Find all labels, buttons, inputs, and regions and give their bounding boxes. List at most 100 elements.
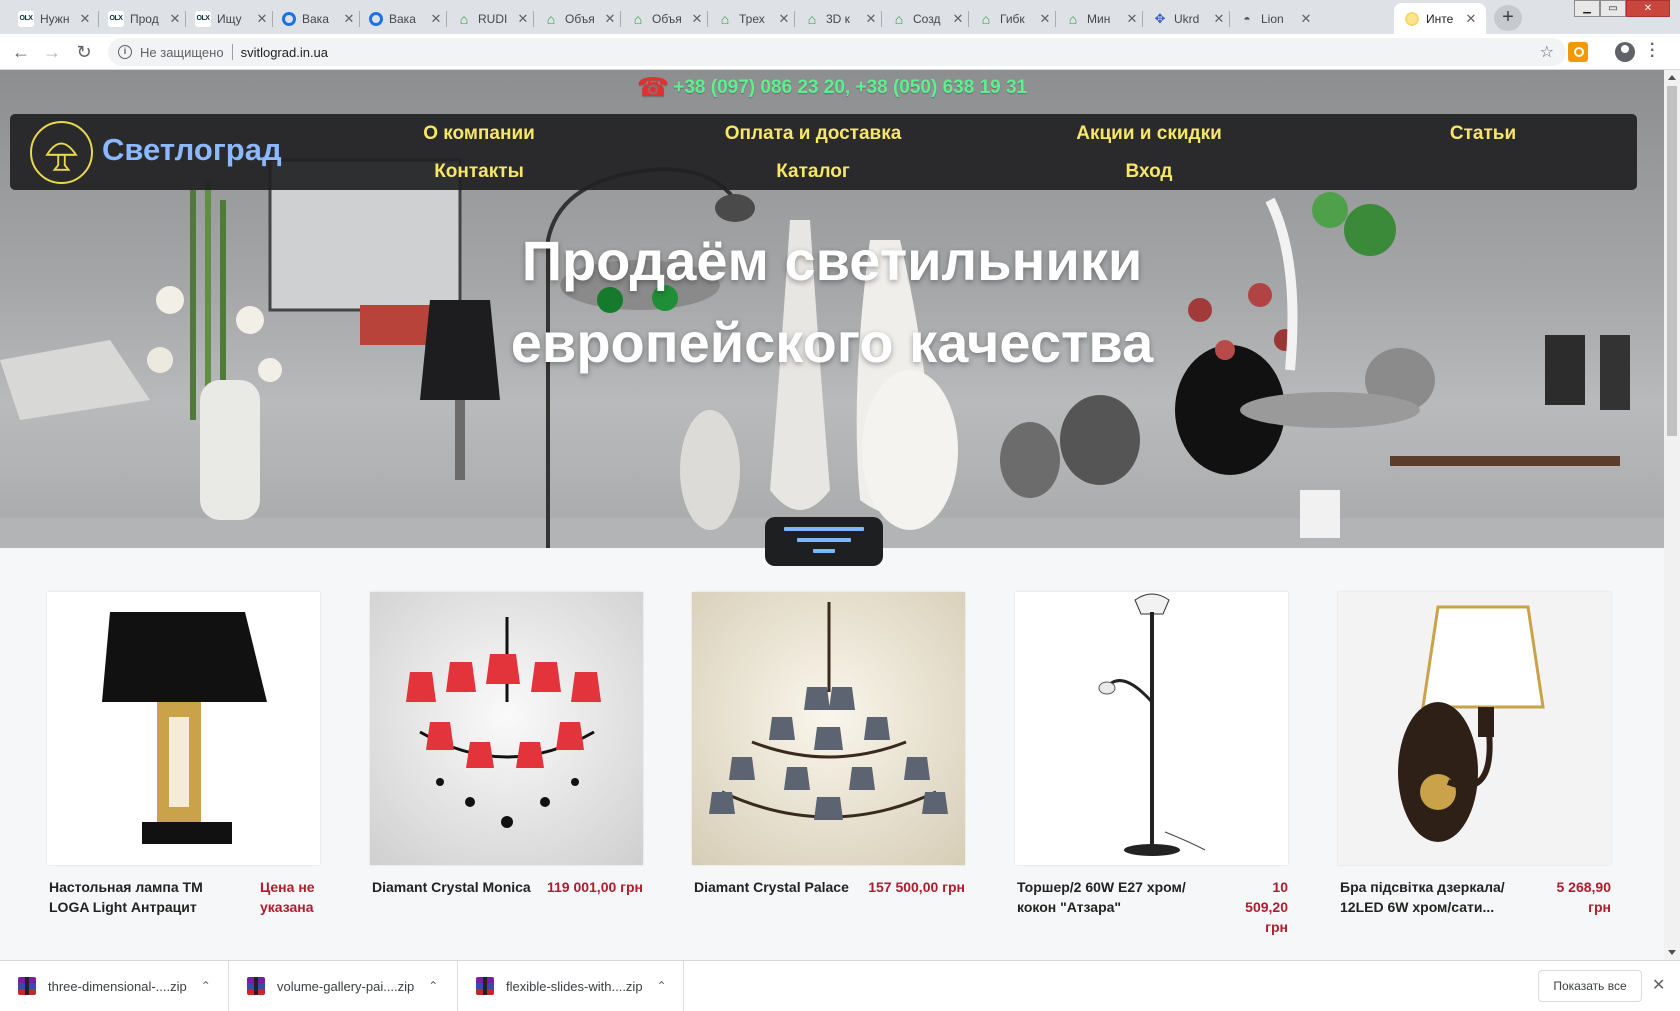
download-filename[interactable]: volume-gallery-pai....zip bbox=[277, 979, 414, 994]
nav-link-promotions[interactable]: Акции и скидки bbox=[1076, 123, 1222, 145]
close-icon[interactable]: ✕ bbox=[864, 11, 878, 27]
nav-link-contacts[interactable]: Контакты bbox=[434, 161, 524, 183]
lamp-logo-icon[interactable] bbox=[30, 121, 93, 184]
close-icon[interactable]: ✕ bbox=[78, 11, 92, 27]
info-icon[interactable]: i bbox=[118, 45, 132, 59]
browser-tab[interactable]: OLX Прод ✕ bbox=[98, 3, 190, 34]
browser-tab[interactable]: ⌂ Объя ✕ bbox=[620, 3, 712, 34]
browser-tab[interactable]: ⌂ Гибк ✕ bbox=[968, 3, 1060, 34]
hero-headline-line: европейского качества bbox=[510, 311, 1154, 374]
close-icon[interactable]: ✕ bbox=[777, 11, 791, 27]
profile-avatar-icon[interactable] bbox=[1615, 42, 1635, 62]
browser-tab[interactable]: ◓ Lion ✕ bbox=[1229, 3, 1321, 34]
close-icon[interactable]: ✕ bbox=[342, 11, 356, 27]
window-close-button[interactable]: ✕ bbox=[1626, 0, 1670, 17]
tab-title: Вака bbox=[302, 11, 329, 26]
chevron-up-icon[interactable]: ⌃ bbox=[657, 979, 667, 993]
scrollbar-thumb[interactable] bbox=[1667, 86, 1677, 436]
url-text[interactable]: svitlograd.in.ua bbox=[241, 45, 328, 60]
minimize-button[interactable]: ▁ bbox=[1574, 0, 1600, 17]
product-info: Торшер/2 60W E27 хром/кокон "Атзара" 10 … bbox=[1015, 877, 1288, 937]
browser-tab[interactable]: Вака ✕ bbox=[272, 3, 364, 34]
download-item[interactable]: flexible-slides-with....zip ⌃ bbox=[458, 961, 684, 1011]
close-icon[interactable]: ✕ bbox=[690, 11, 704, 27]
house-favicon-icon: ⌂ bbox=[459, 10, 469, 27]
download-item[interactable]: three-dimensional-....zip ⌃ bbox=[0, 961, 229, 1011]
download-filename[interactable]: flexible-slides-with....zip bbox=[506, 979, 643, 994]
product-card[interactable]: Diamant Crystal Monica 119 001,00 грн bbox=[370, 592, 643, 897]
browser-tab-strip: OLX Нужн ✕ OLX Прод ✕ OLX Ищу ✕ Вака ✕ В… bbox=[0, 0, 1680, 34]
close-icon[interactable]: ✕ bbox=[1299, 11, 1313, 27]
close-icon[interactable]: ✕ bbox=[1212, 11, 1226, 27]
show-all-downloads-button[interactable]: Показать все bbox=[1538, 970, 1642, 1002]
close-icon[interactable]: ✕ bbox=[168, 11, 182, 27]
product-name[interactable]: Бра підсвітка дзеркала/ 12LED 6W хром/са… bbox=[1338, 877, 1518, 917]
product-card[interactable]: Торшер/2 60W E27 хром/кокон "Атзара" 10 … bbox=[1015, 592, 1288, 937]
download-item[interactable]: volume-gallery-pai....zip ⌃ bbox=[229, 961, 458, 1011]
nav-link-login[interactable]: Вход bbox=[1126, 161, 1173, 183]
bookmark-star-icon[interactable]: ☆ bbox=[1540, 42, 1554, 62]
forward-arrow-icon[interactable]: → bbox=[40, 40, 64, 64]
browser-tab-active[interactable]: Инте ✕ bbox=[1394, 3, 1486, 34]
close-icon[interactable]: ✕ bbox=[1125, 11, 1139, 27]
close-icon[interactable]: ✕ bbox=[1038, 11, 1052, 27]
product-image[interactable] bbox=[47, 592, 320, 865]
browser-toolbar: ← → ↻ i Не защищено svitlograd.in.ua ☆ ·… bbox=[0, 34, 1680, 70]
product-name[interactable]: Торшер/2 60W E27 хром/кокон "Атзара" bbox=[1015, 877, 1195, 937]
close-icon[interactable]: ✕ bbox=[603, 11, 617, 27]
new-tab-button[interactable]: + bbox=[1494, 5, 1522, 31]
browser-tab[interactable]: Вака ✕ bbox=[359, 3, 451, 34]
phone-numbers[interactable]: +38 (097) 086 23 20, +38 (050) 638 19 31 bbox=[673, 77, 1027, 99]
omnibox[interactable]: i Не защищено svitlograd.in.ua ☆ bbox=[108, 38, 1566, 66]
reload-icon[interactable]: ↻ bbox=[72, 40, 96, 64]
filter-toggle-button[interactable] bbox=[765, 517, 883, 566]
product-image[interactable] bbox=[1338, 592, 1611, 865]
car-favicon-icon: ◓ bbox=[1243, 11, 1251, 26]
close-icon[interactable]: ✕ bbox=[516, 11, 530, 27]
close-icon[interactable]: ✕ bbox=[429, 11, 443, 27]
house-favicon-icon: ⌂ bbox=[981, 10, 991, 27]
product-card[interactable]: Diamant Crystal Palace 157 500,00 грн bbox=[692, 592, 965, 897]
product-name[interactable]: Настольная лампа ТМ LOGA Light Антрацит bbox=[47, 877, 227, 917]
browser-tab[interactable]: OLX Ищу ✕ bbox=[185, 3, 277, 34]
close-icon[interactable]: ✕ bbox=[1652, 975, 1665, 995]
nav-link-about[interactable]: О компании bbox=[423, 123, 535, 145]
product-image[interactable] bbox=[692, 592, 965, 865]
product-image[interactable] bbox=[370, 592, 643, 865]
tab-title: Объя bbox=[565, 11, 595, 26]
scroll-down-arrow-icon[interactable] bbox=[1668, 950, 1676, 955]
product-info: Diamant Crystal Palace 157 500,00 грн bbox=[692, 877, 965, 897]
house-favicon-icon: ⌂ bbox=[546, 10, 556, 27]
nav-link-articles[interactable]: Статьи bbox=[1450, 123, 1516, 145]
scroll-up-arrow-icon[interactable] bbox=[1668, 75, 1676, 80]
kebab-menu-icon[interactable]: · · · bbox=[1650, 37, 1658, 65]
back-arrow-icon[interactable]: ← bbox=[9, 40, 33, 64]
browser-tab[interactable]: ⌂ RUDI ✕ bbox=[446, 3, 538, 34]
browser-tab[interactable]: OLX Нужн ✕ bbox=[8, 3, 100, 34]
extension-bag-icon[interactable] bbox=[1568, 42, 1588, 62]
download-filename[interactable]: three-dimensional-....zip bbox=[48, 979, 187, 994]
nav-link-payment-delivery[interactable]: Оплата и доставка bbox=[725, 123, 902, 145]
nav-link-catalog[interactable]: Каталог bbox=[776, 161, 850, 183]
site-brand-name[interactable]: Светлоград bbox=[102, 132, 282, 168]
product-card[interactable]: Настольная лампа ТМ LOGA Light Антрацит … bbox=[47, 592, 320, 917]
page-scrollbar[interactable] bbox=[1664, 70, 1680, 960]
archive-file-icon bbox=[247, 977, 265, 995]
browser-tab[interactable]: ✥ Ukrd ✕ bbox=[1142, 3, 1234, 34]
chevron-up-icon[interactable]: ⌃ bbox=[428, 979, 438, 993]
product-name[interactable]: Diamant Crystal Palace bbox=[692, 877, 849, 897]
browser-tab[interactable]: ⌂ 3D к ✕ bbox=[794, 3, 886, 34]
chevron-up-icon[interactable]: ⌃ bbox=[201, 979, 211, 993]
browser-tab[interactable]: ⌂ Объя ✕ bbox=[533, 3, 625, 34]
product-name[interactable]: Diamant Crystal Monica bbox=[370, 877, 531, 897]
browser-tab[interactable]: ⌂ Трех ✕ bbox=[707, 3, 799, 34]
browser-tab[interactable]: ⌂ Мин ✕ bbox=[1055, 3, 1147, 34]
close-icon[interactable]: ✕ bbox=[951, 11, 965, 27]
close-icon[interactable]: ✕ bbox=[255, 11, 269, 27]
close-icon[interactable]: ✕ bbox=[1464, 11, 1478, 27]
maximize-button[interactable]: ▭ bbox=[1600, 0, 1626, 17]
product-card[interactable]: Бра підсвітка дзеркала/ 12LED 6W хром/са… bbox=[1338, 592, 1611, 917]
hero-banner: ☎ +38 (097) 086 23 20, +38 (050) 638 19 … bbox=[0, 70, 1664, 548]
product-image[interactable] bbox=[1015, 592, 1288, 865]
browser-tab[interactable]: ⌂ Созд ✕ bbox=[881, 3, 973, 34]
